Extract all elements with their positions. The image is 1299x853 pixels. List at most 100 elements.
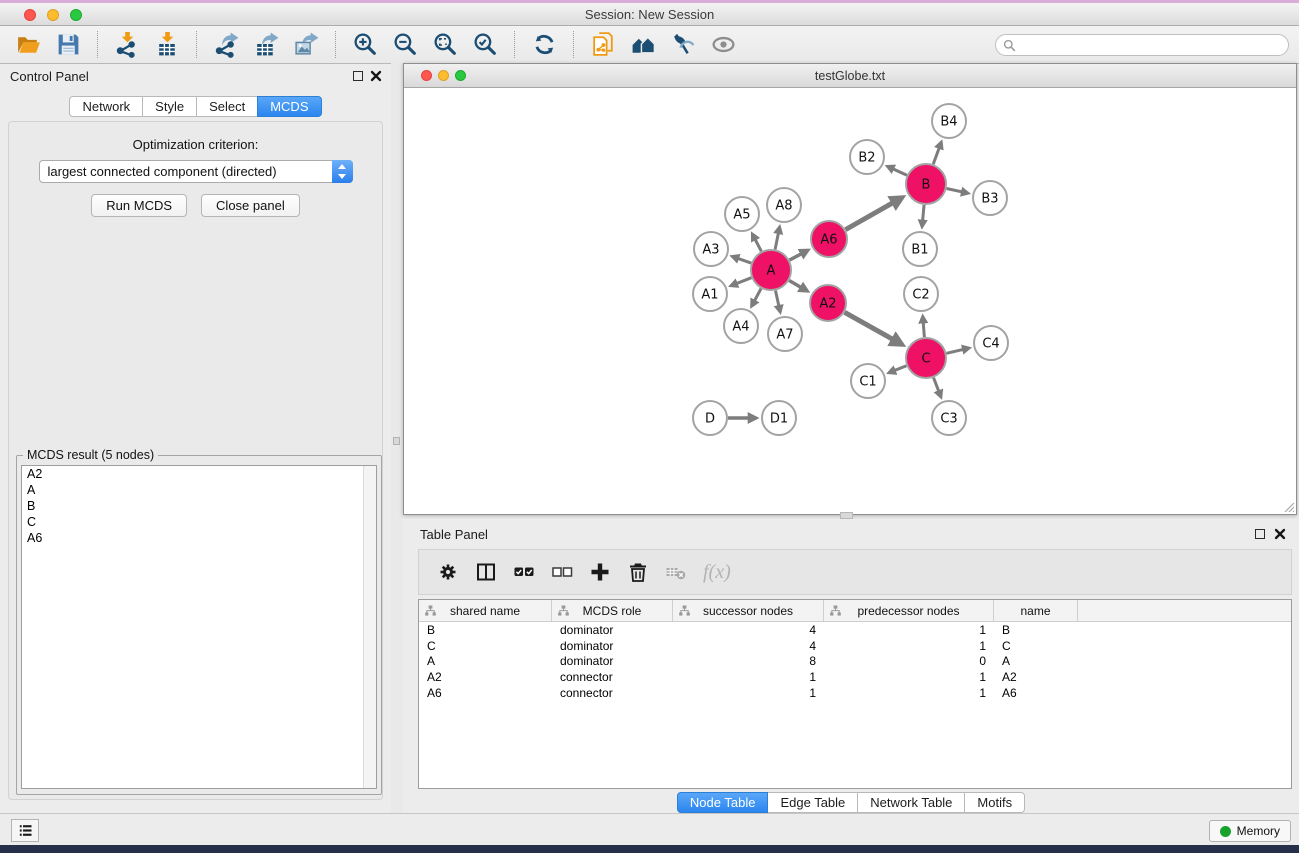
edge-A-A4[interactable] (752, 289, 761, 307)
mcds-result-item[interactable]: B (22, 498, 376, 514)
table-cell: 1 (824, 623, 994, 637)
memory-status-icon (1220, 826, 1231, 837)
delete-table-button[interactable] (661, 557, 691, 587)
column-header-predecessor-nodes[interactable]: predecessor nodes (824, 600, 994, 621)
apply-layout-button[interactable] (525, 29, 563, 61)
tab-edge-table[interactable]: Edge Table (767, 792, 858, 813)
select-stepper-icon (332, 160, 353, 183)
mcds-result-item[interactable]: A6 (22, 530, 376, 546)
edge-B-B2[interactable] (887, 166, 906, 175)
edge-B-B4[interactable] (933, 142, 941, 164)
optimization-criterion-label: Optimization criterion: (9, 137, 382, 152)
edge-C-C2[interactable] (923, 316, 925, 337)
run-mcds-button[interactable]: Run MCDS (91, 194, 187, 217)
column-header-shared-name[interactable]: shared name (419, 600, 552, 621)
mcds-result-groupbox: MCDS result (5 nodes) A2ABCA6 (16, 455, 382, 795)
export-network-button[interactable] (207, 29, 245, 61)
table-row[interactable]: Adominator80A (419, 654, 1291, 670)
edge-C-C1[interactable] (889, 366, 907, 373)
zoom-out-button[interactable] (386, 29, 424, 61)
column-header-MCDS-role[interactable]: MCDS role (552, 600, 673, 621)
zoom-in-button[interactable] (346, 29, 384, 61)
mcds-result-item[interactable]: A2 (22, 466, 376, 482)
tab-mcds[interactable]: MCDS (257, 96, 321, 117)
table-row[interactable]: Cdominator41C (419, 638, 1291, 654)
import-network-button[interactable] (108, 29, 146, 61)
table-row[interactable]: Bdominator41B (419, 622, 1291, 638)
table-cell: 4 (673, 639, 824, 653)
close-panel-icon[interactable] (1274, 528, 1286, 540)
criterion-select[interactable]: largest connected component (directed) (39, 160, 353, 183)
mcds-result-item[interactable]: A (22, 482, 376, 498)
scrollbar-track[interactable] (363, 466, 376, 788)
edge-A-A8[interactable] (775, 227, 779, 249)
zoom-fit-button[interactable] (426, 29, 464, 61)
table-row[interactable]: A6connector11A6 (419, 685, 1291, 701)
edge-C-C3[interactable] (934, 378, 941, 397)
task-history-button[interactable] (11, 819, 39, 842)
divider-grip[interactable] (393, 437, 400, 445)
save-session-button[interactable] (49, 29, 87, 61)
column-header-successor-nodes[interactable]: successor nodes (673, 600, 824, 621)
new-network-button[interactable] (584, 29, 622, 61)
zoom-selected-button[interactable] (466, 29, 504, 61)
open-session-button[interactable] (9, 29, 47, 61)
close-panel-icon[interactable] (370, 70, 382, 82)
table-cell: A2 (419, 670, 552, 684)
tab-network-table[interactable]: Network Table (857, 792, 965, 813)
create-column-button[interactable] (585, 557, 615, 587)
edge-A6-B[interactable] (846, 198, 902, 230)
tab-motifs[interactable]: Motifs (964, 792, 1025, 813)
toolbar-separator (573, 31, 574, 58)
edge-A-A1[interactable] (731, 278, 752, 286)
close-panel-button[interactable]: Close panel (201, 194, 300, 217)
unselect-all-columns-button[interactable] (547, 557, 577, 587)
trash-icon (627, 561, 649, 583)
hide-panels-button[interactable] (664, 29, 702, 61)
float-panel-icon[interactable] (353, 71, 363, 81)
edge-A-A3[interactable] (732, 256, 751, 263)
table-cell: C (419, 639, 552, 653)
show-columns-button[interactable] (471, 557, 501, 587)
panel-divider[interactable] (391, 63, 403, 813)
network-canvas[interactable]: AA1A2A3A4A5A6A7A8BB1B2B3B4CC1C2C3C4DD1 (404, 89, 1296, 514)
edge-A-A7[interactable] (775, 291, 780, 313)
table-cell: 8 (673, 654, 824, 668)
table-cell: dominator (552, 654, 673, 668)
table-options-button[interactable] (433, 557, 463, 587)
table-cell: dominator (552, 639, 673, 653)
search-input[interactable] (1016, 36, 1288, 54)
tab-style[interactable]: Style (142, 96, 197, 117)
edge-A-A5[interactable] (752, 234, 761, 251)
edge-C-C4[interactable] (946, 348, 969, 353)
import-table-icon (154, 31, 181, 58)
edge-A-A2[interactable] (789, 281, 807, 291)
tab-network[interactable]: Network (69, 96, 143, 117)
select-all-columns-button[interactable] (509, 557, 539, 587)
node-label: A (767, 264, 776, 279)
node-label: A1 (701, 288, 718, 303)
float-panel-icon[interactable] (1255, 529, 1265, 539)
export-image-button[interactable] (287, 29, 325, 61)
table-row[interactable]: A2connector11A2 (419, 669, 1291, 685)
network-overview-button[interactable] (624, 29, 662, 61)
edge-B-B1[interactable] (922, 205, 924, 227)
tab-select[interactable]: Select (196, 96, 258, 117)
table-panel: Table Panel (403, 519, 1299, 813)
divider-grip[interactable] (840, 512, 853, 519)
edge-A2-C[interactable] (845, 312, 902, 344)
edge-B-B3[interactable] (947, 188, 969, 193)
edge-A-A6[interactable] (790, 250, 808, 260)
table-cell: A2 (994, 670, 1078, 684)
column-header-name[interactable]: name (994, 600, 1078, 621)
memory-button[interactable]: Memory (1209, 820, 1291, 842)
export-table-button[interactable] (247, 29, 285, 61)
show-hidden-button[interactable] (704, 29, 742, 61)
resize-grip-icon[interactable] (1282, 500, 1295, 513)
mcds-result-item[interactable]: C (22, 514, 376, 530)
function-builder-button[interactable]: f(x) (703, 561, 731, 584)
eye-slash-icon (670, 31, 697, 58)
import-table-button[interactable] (148, 29, 186, 61)
tab-node-table[interactable]: Node Table (677, 792, 769, 813)
delete-columns-button[interactable] (623, 557, 653, 587)
